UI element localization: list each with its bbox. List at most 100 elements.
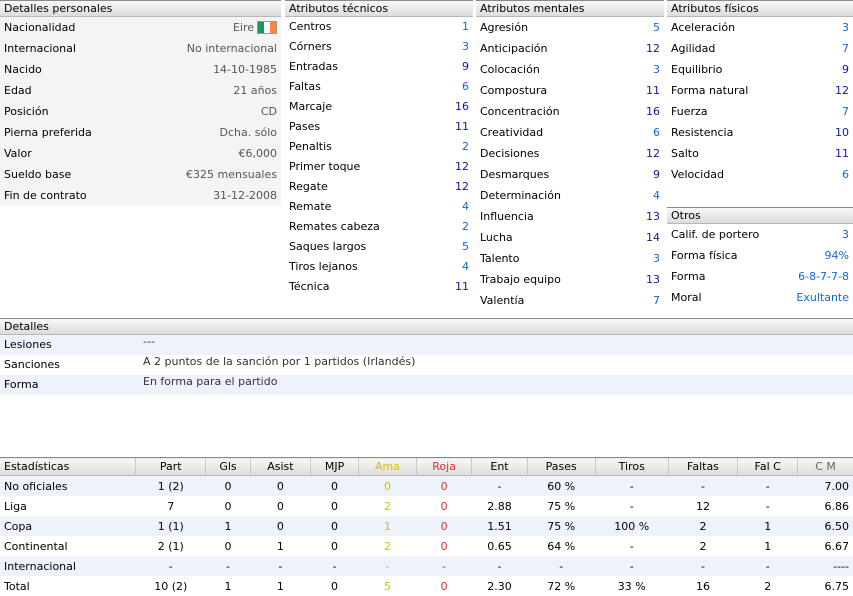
tech-row: Remates cabeza2: [285, 217, 473, 237]
tech-row: Tiros lejanos4: [285, 257, 473, 277]
personal-row: NacionalidadEire: [0, 17, 281, 38]
personal-value-wrap: CD: [261, 101, 277, 122]
stats-cell: 2: [359, 536, 417, 556]
stats-header-cell[interactable]: C M: [798, 458, 853, 476]
phys-value: 9: [842, 59, 849, 80]
stats-cell: -: [738, 476, 798, 497]
tech-row: Faltas6: [285, 77, 473, 97]
personal-value-wrap: 21 años: [233, 80, 277, 101]
mental-row: Compostura11: [476, 80, 664, 101]
personal-label: Edad: [4, 80, 32, 101]
technical-rows: Centros1Córners3Entradas9Faltas6Marcaje1…: [285, 17, 473, 297]
personal-row: Valor€6,000: [0, 143, 281, 164]
mental-value: 12: [646, 38, 660, 59]
stats-cell: 33 %: [595, 576, 668, 596]
statistics-body: No oficiales1 (2)00000-60 %---7.00Liga70…: [0, 476, 853, 596]
tech-row: Penaltis 2: [285, 137, 473, 157]
details-label: Lesiones: [0, 335, 143, 355]
mental-value: 5: [653, 17, 660, 38]
stats-cell: 1: [359, 516, 417, 536]
stats-row: No oficiales1 (2)00000-60 %---7.00: [0, 476, 853, 497]
phys-value: 11: [835, 143, 849, 164]
details-panel: Detalles Lesiones---SancionesA 2 puntos …: [0, 318, 853, 395]
personal-row: Edad 21 años: [0, 80, 281, 101]
stats-header-cell[interactable]: Pases: [527, 458, 595, 476]
stats-header-cell[interactable]: Ama: [359, 458, 417, 476]
stats-cell: 1: [206, 576, 251, 596]
stats-cell: 7.00: [798, 476, 853, 497]
phys-row: Salto 11: [667, 143, 853, 164]
personal-value: 14-10-1985: [213, 63, 277, 76]
stats-cell: 16: [668, 576, 738, 596]
mental-value: 3: [653, 248, 660, 269]
phys-label: Fuerza: [671, 101, 708, 122]
tech-value: 1: [462, 17, 469, 37]
tech-value: 2: [462, 137, 469, 157]
stats-row: Copa1 (1)100101.5175 %100 %216.50: [0, 516, 853, 536]
stats-cell: 6.75: [798, 576, 853, 596]
stats-header-cell[interactable]: Asist: [250, 458, 310, 476]
details-row: SancionesA 2 puntos de la sanción por 1 …: [0, 355, 853, 375]
phys-label: Agilidad: [671, 38, 715, 59]
stats-header-cell[interactable]: Ent: [472, 458, 527, 476]
stats-header-cell[interactable]: Gls: [206, 458, 251, 476]
phys-label: Forma natural: [671, 80, 748, 101]
personal-row: Pierna preferidaDcha. sólo: [0, 122, 281, 143]
stats-header-cell[interactable]: Faltas: [668, 458, 738, 476]
details-header: Detalles: [0, 318, 853, 335]
stats-cell: -: [668, 556, 738, 576]
tech-row: Técnica11: [285, 277, 473, 297]
otros-row: Calif. de portero3: [667, 224, 853, 245]
tech-label: Marcaje: [289, 97, 332, 117]
personal-row: PosiciónCD: [0, 101, 281, 122]
stats-header-cell[interactable]: Roja: [416, 458, 472, 476]
tech-label: Técnica: [289, 277, 329, 297]
phys-row: Equilibrio9: [667, 59, 853, 80]
tech-label: Remate: [289, 197, 331, 217]
personal-value: €325 mensuales: [186, 168, 277, 181]
tech-value: 11: [455, 117, 469, 137]
tech-value: 4: [462, 197, 469, 217]
stats-header-cell[interactable]: Estadísticas: [0, 458, 136, 476]
stats-cell: 1: [250, 576, 310, 596]
tech-value: 6: [462, 77, 469, 97]
mental-value: 11: [646, 80, 660, 101]
stats-cell: 0: [250, 476, 310, 497]
otros-label: Calif. de portero: [671, 224, 759, 245]
stats-cell: -: [527, 556, 595, 576]
details-rows: Lesiones---SancionesA 2 puntos de la san…: [0, 335, 853, 395]
details-value: ---: [143, 335, 853, 355]
tech-value: 4: [462, 257, 469, 277]
personal-value: €6,000: [239, 147, 278, 160]
personal-value: 31-12-2008: [213, 189, 277, 202]
stats-cell: -: [595, 536, 668, 556]
tech-label: Penaltis: [289, 137, 332, 157]
phys-label: Salto: [671, 143, 699, 164]
mental-label: Talento: [480, 248, 519, 269]
mental-row: Talento 3: [476, 248, 664, 269]
mental-row: Agresión5: [476, 17, 664, 38]
tech-value: 3: [462, 37, 469, 57]
tech-value: 12: [455, 157, 469, 177]
details-row: Lesiones---: [0, 335, 853, 355]
phys-row: Agilidad7: [667, 38, 853, 59]
stats-header-cell[interactable]: Part: [136, 458, 206, 476]
personal-row: Nacido14-10-1985: [0, 59, 281, 80]
tech-row: Saques largos5: [285, 237, 473, 257]
phys-value: 3: [842, 17, 849, 38]
mental-value: 3: [653, 59, 660, 80]
mental-attributes-panel: Atributos mentales Agresión5Anticipación…: [476, 0, 664, 311]
stats-cell: 1 (2): [136, 476, 206, 497]
mental-value: 4: [653, 185, 660, 206]
otros-row: Forma6-8-7-7-8: [667, 266, 853, 287]
otros-value: 6-8-7-7-8: [798, 266, 849, 287]
stats-cell: 72 %: [527, 576, 595, 596]
stats-cell: 0: [310, 476, 358, 497]
personal-details-panel: Detalles personales NacionalidadEireInte…: [0, 0, 281, 206]
tech-row: Centros1: [285, 17, 473, 37]
stats-header-cell[interactable]: Tiros: [595, 458, 668, 476]
details-row: FormaEn forma para el partido: [0, 375, 853, 395]
stats-header-cell[interactable]: MJP: [310, 458, 358, 476]
stats-header-cell[interactable]: Fal C: [738, 458, 798, 476]
personal-value: CD: [261, 105, 277, 118]
